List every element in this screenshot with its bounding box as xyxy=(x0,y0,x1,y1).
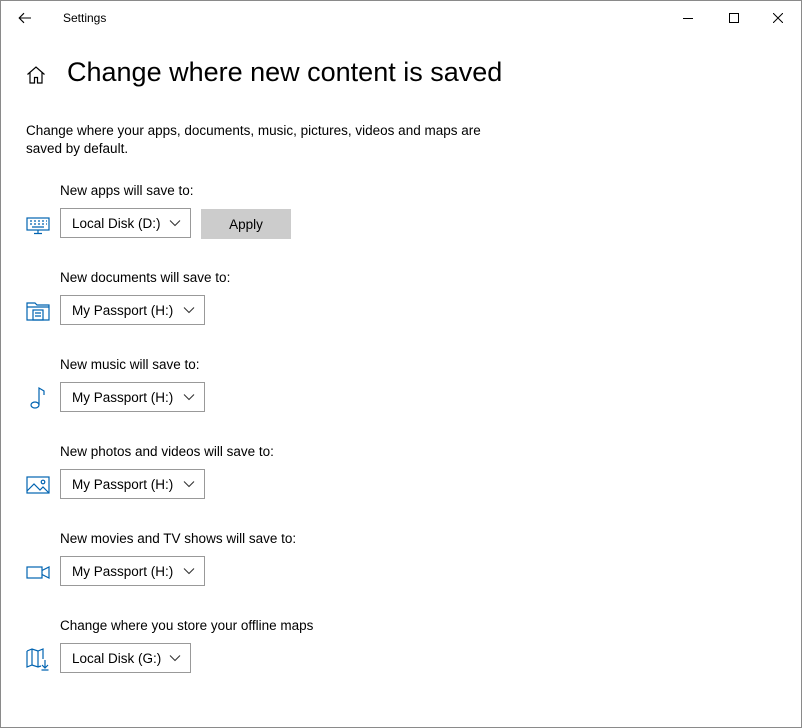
window-title: Settings xyxy=(63,11,107,25)
settings-window: Settings Change where new content is sav… xyxy=(0,0,802,728)
chevron-down-icon xyxy=(169,655,181,662)
photos-location-dropdown[interactable]: My Passport (H:) xyxy=(60,469,205,499)
minimize-icon[interactable] xyxy=(665,1,711,35)
video-camera-icon xyxy=(24,558,52,586)
maps-save-label: Change where you store your offline maps xyxy=(60,618,314,633)
documents-location-dropdown[interactable]: My Passport (H:) xyxy=(60,295,205,325)
folder-printer-icon xyxy=(24,297,52,325)
maps-location-dropdown[interactable]: Local Disk (G:) xyxy=(60,643,191,673)
title-bar: Settings xyxy=(1,1,801,35)
page-description: Change where your apps, documents, music… xyxy=(26,123,481,156)
map-download-icon xyxy=(24,645,52,673)
chevron-down-icon xyxy=(183,394,195,401)
music-location-dropdown[interactable]: My Passport (H:) xyxy=(60,382,205,412)
home-icon[interactable] xyxy=(25,64,47,86)
monitor-keyboard-icon xyxy=(24,210,52,238)
photos-save-label: New photos and videos will save to: xyxy=(60,444,274,459)
page-title: Change where new content is saved xyxy=(67,57,503,87)
movies-save-label: New movies and TV shows will save to: xyxy=(60,531,297,546)
chevron-down-icon xyxy=(183,307,195,314)
movies-location-value: My Passport (H:) xyxy=(72,563,174,579)
apps-save-label: New apps will save to: xyxy=(60,183,194,198)
back-arrow-icon[interactable] xyxy=(9,3,41,33)
chevron-down-icon xyxy=(169,220,181,227)
music-location-value: My Passport (H:) xyxy=(72,389,174,405)
photo-icon xyxy=(24,471,52,499)
photos-location-value: My Passport (H:) xyxy=(72,476,174,492)
apps-location-dropdown[interactable]: Local Disk (D:) xyxy=(60,208,191,238)
movies-location-dropdown[interactable]: My Passport (H:) xyxy=(60,556,205,586)
documents-location-value: My Passport (H:) xyxy=(72,302,174,318)
documents-save-label: New documents will save to: xyxy=(60,270,231,285)
music-save-label: New music will save to: xyxy=(60,357,200,372)
close-icon[interactable] xyxy=(755,1,801,35)
chevron-down-icon xyxy=(183,568,195,575)
maps-location-value: Local Disk (G:) xyxy=(72,650,162,666)
apply-button[interactable]: Apply xyxy=(201,209,291,239)
music-note-icon xyxy=(24,384,52,412)
chevron-down-icon xyxy=(183,481,195,488)
apps-location-value: Local Disk (D:) xyxy=(72,215,161,231)
maximize-icon[interactable] xyxy=(711,1,757,35)
